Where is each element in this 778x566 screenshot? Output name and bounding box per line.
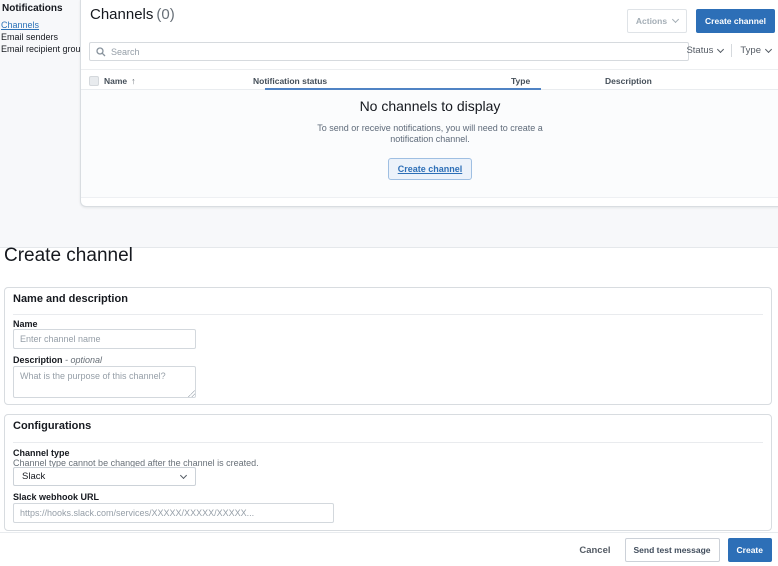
actions-button[interactable]: Actions	[627, 9, 687, 33]
column-header-type[interactable]: Type	[511, 76, 530, 86]
footer-actions: Cancel Send test message Create	[579, 538, 772, 562]
sidebar-item-email-recipient-groups[interactable]: Email recipient groups	[1, 44, 90, 54]
description-label-text: Description	[13, 355, 63, 365]
send-test-message-button[interactable]: Send test message	[625, 538, 720, 562]
cancel-button[interactable]: Cancel	[579, 545, 610, 556]
chevron-down-icon	[765, 45, 772, 52]
create-button[interactable]: Create	[728, 538, 772, 562]
column-header-name[interactable]: Name ↑	[104, 76, 136, 86]
create-channel-button-label: Create channel	[705, 16, 766, 26]
search-input[interactable]	[111, 43, 688, 60]
column-header-name-label: Name	[104, 76, 127, 86]
slack-webhook-url-input[interactable]	[13, 503, 334, 523]
chevron-down-icon	[717, 45, 724, 52]
card-divider	[13, 314, 763, 315]
sort-ascending-icon: ↑	[131, 76, 136, 86]
description-field-label: Description - optional	[13, 355, 102, 365]
description-optional-suffix: - optional	[65, 355, 102, 365]
empty-state-message-line2: notification channel.	[81, 134, 778, 145]
channels-count: (0)	[156, 6, 174, 23]
sidebar-title: Notifications	[2, 3, 63, 14]
channel-type-selected-value: Slack	[22, 471, 45, 482]
create-channel-page-title: Create channel	[4, 245, 133, 267]
empty-state-create-channel-button[interactable]: Create channel	[388, 158, 473, 180]
channel-type-select[interactable]: Slack	[13, 467, 196, 486]
configurations-card-title: Configurations	[13, 420, 91, 432]
search-icon	[96, 47, 106, 57]
name-field-label: Name	[13, 319, 38, 329]
column-header-notification-status[interactable]: Notification status	[253, 76, 327, 86]
filter-divider	[731, 44, 732, 57]
sidebar-item-email-senders[interactable]: Email senders	[1, 32, 58, 42]
empty-state-message-line1: To send or receive notifications, you wi…	[81, 123, 778, 134]
page: Notifications Channels Email senders Ema…	[0, 0, 778, 566]
search-box	[89, 42, 689, 61]
page-title: Channels(0)	[90, 6, 175, 23]
column-header-description[interactable]: Description	[605, 76, 652, 86]
channel-name-input[interactable]	[13, 329, 196, 349]
type-filter-dropdown[interactable]: Type	[740, 45, 771, 56]
empty-state-title: No channels to display	[81, 98, 778, 114]
table-filters: Status Type	[686, 44, 771, 57]
name-description-card-title: Name and description	[13, 293, 128, 305]
select-all-checkbox[interactable]	[89, 76, 99, 86]
channels-title-text: Channels	[90, 6, 153, 23]
empty-state: No channels to display To send or receiv…	[81, 90, 778, 180]
chevron-down-icon	[180, 471, 187, 478]
channel-description-textarea[interactable]	[13, 366, 196, 398]
chevron-down-icon	[672, 16, 679, 23]
name-description-card: Name and description Name Description - …	[4, 287, 772, 405]
configurations-card: Configurations Channel type Channel type…	[4, 414, 772, 531]
panel-header-actions: Actions Create channel	[627, 9, 775, 33]
type-filter-label: Type	[740, 45, 761, 56]
status-filter-dropdown[interactable]: Status	[686, 45, 723, 56]
slack-webhook-url-label: Slack webhook URL	[13, 492, 99, 502]
empty-state-message: To send or receive notifications, you wi…	[81, 123, 778, 145]
channel-type-label: Channel type	[13, 448, 70, 458]
form-footer-bar: Cancel Send test message Create	[0, 532, 778, 566]
sidebar-item-channels[interactable]: Channels	[1, 20, 39, 30]
actions-button-label: Actions	[636, 16, 667, 26]
status-filter-label: Status	[686, 45, 713, 56]
header-divider	[81, 69, 778, 70]
channels-panel: Channels(0) Actions Create channel Statu…	[80, 0, 778, 207]
create-channel-button[interactable]: Create channel	[696, 9, 775, 33]
card-divider	[13, 442, 763, 443]
